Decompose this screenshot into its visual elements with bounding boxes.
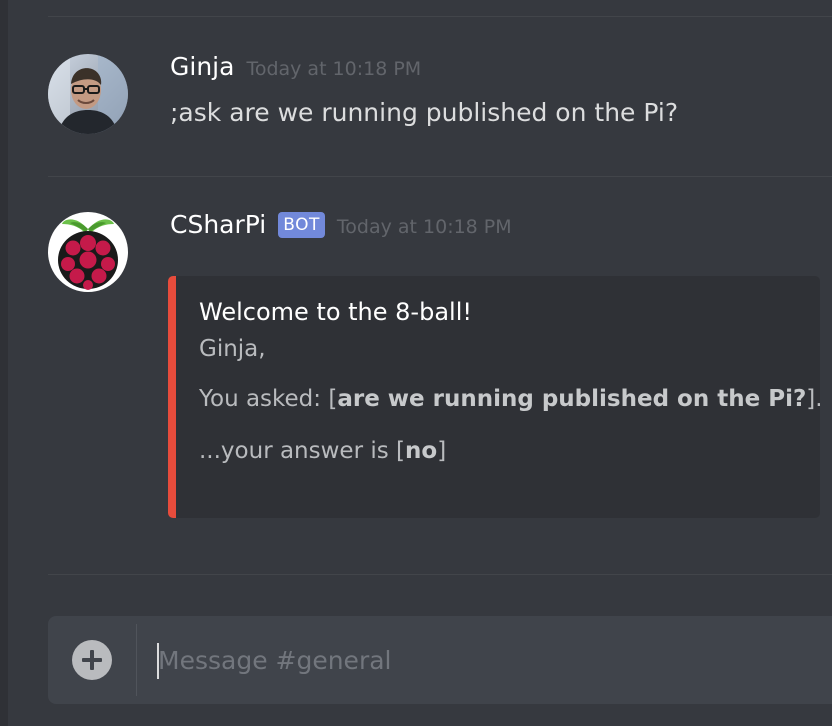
message-divider [48, 176, 832, 177]
embed-accent-bar [168, 276, 176, 518]
embed-question-suffix: ]... [806, 386, 820, 412]
message-composer [48, 616, 832, 704]
rich-embed: Welcome to the 8-ball! Ginja, You asked:… [168, 276, 820, 518]
message-timestamp[interactable]: Today at 10:18 PM [246, 58, 421, 80]
embed-question-line: You asked: [are we running published on … [199, 386, 820, 412]
embed-answer-prefix: ...your answer is [ [199, 438, 406, 464]
message-header: CSharPi BOT Today at 10:18 PM [170, 210, 832, 248]
message-list: Ginja Today at 10:18 PM ;ask are we runn… [8, 0, 832, 726]
message-header: Ginja Today at 10:18 PM [170, 52, 832, 90]
plus-circle-icon [82, 650, 102, 670]
embed-question-prefix: You asked: [ [199, 386, 338, 412]
bot-avatar-csharpi[interactable] [48, 212, 128, 292]
message-divider [48, 16, 832, 17]
message-input[interactable] [158, 634, 818, 686]
embed-answer-text: no [405, 438, 438, 464]
text-caret [157, 643, 159, 679]
bot-tag: BOT [278, 212, 325, 238]
embed-greeting: Ginja, [199, 336, 266, 362]
upload-button[interactable] [72, 640, 112, 680]
user-avatar-ginja[interactable] [48, 54, 128, 134]
message-timestamp[interactable]: Today at 10:18 PM [337, 216, 512, 238]
user-photo-icon [48, 54, 128, 134]
embed-question-text: are we running published on the Pi? [337, 386, 807, 412]
embed-content: Welcome to the 8-ball! Ginja, You asked:… [199, 298, 820, 464]
raspberry-pi-logo-icon [48, 212, 128, 292]
composer-divider [136, 624, 137, 696]
embed-title: Welcome to the 8-ball! [199, 298, 472, 326]
message-body: Ginja Today at 10:18 PM ;ask are we runn… [170, 52, 832, 127]
discord-chat-window: Ginja Today at 10:18 PM ;ask are we runn… [0, 0, 832, 726]
channel-sidebar-edge [0, 0, 8, 726]
username[interactable]: CSharPi [170, 210, 266, 239]
message-content: ;ask are we running published on the Pi? [170, 98, 679, 127]
embed-answer-suffix: ] [437, 438, 447, 464]
username[interactable]: Ginja [170, 52, 234, 81]
embed-answer-line: ...your answer is [no] [199, 438, 810, 464]
message-body: CSharPi BOT Today at 10:18 PM [170, 210, 832, 248]
message-divider [48, 574, 832, 575]
